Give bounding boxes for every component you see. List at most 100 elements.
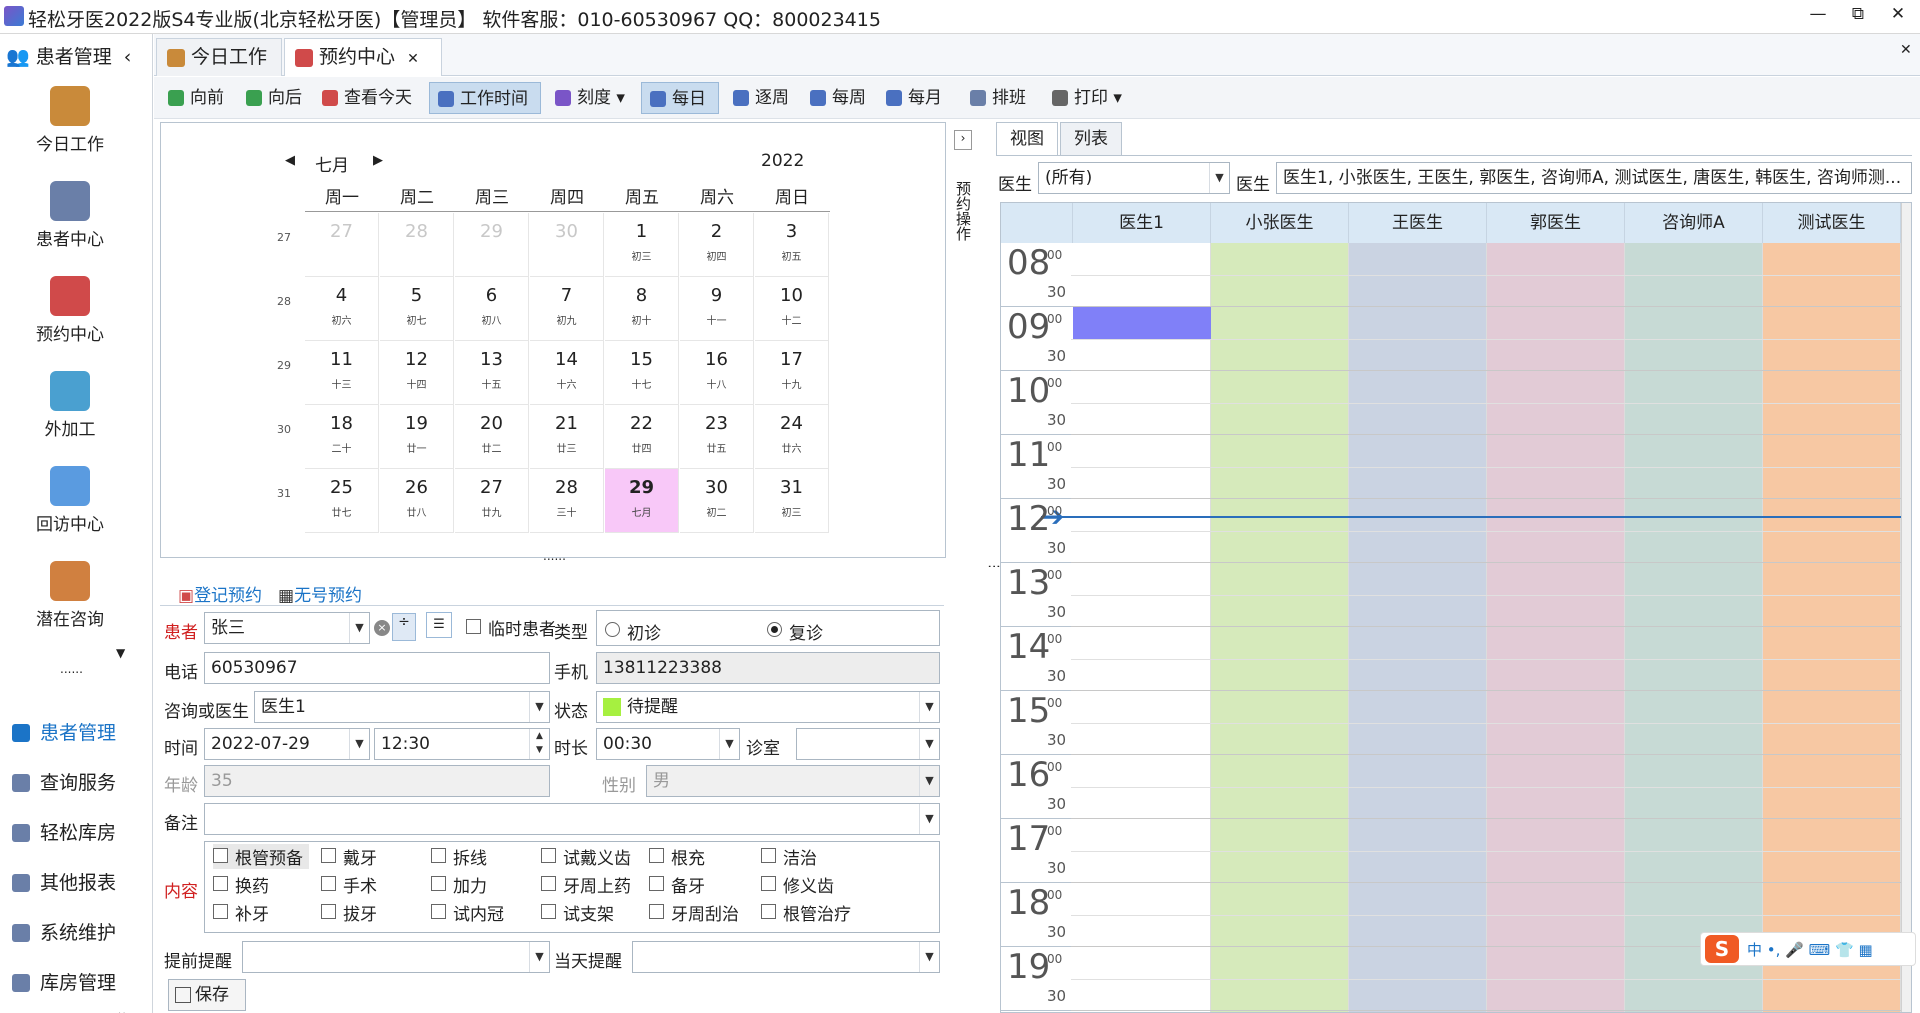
content-checkbox[interactable]: 换药 (213, 872, 269, 897)
calendar-day[interactable]: 31 初三 (755, 469, 829, 533)
doctor-column-header[interactable]: 郭医生 (1487, 203, 1625, 243)
content-checkbox[interactable]: 拆线 (431, 844, 487, 869)
calendar-day[interactable]: 28 (380, 213, 454, 277)
close-button[interactable]: ✕ (1880, 4, 1916, 24)
nav-item[interactable]: 患者中心 (0, 169, 140, 262)
calendar-day[interactable]: 4 初六 (305, 277, 379, 341)
calendar-day[interactable]: 21 廿三 (530, 405, 604, 469)
doctor-column[interactable] (1487, 243, 1625, 1012)
calendar-splitter[interactable]: ...... (543, 549, 566, 563)
doctor-column[interactable] (1073, 243, 1211, 1012)
calendar-day[interactable]: 2 初四 (680, 213, 754, 277)
toolbar-button[interactable]: 每日 (641, 82, 719, 114)
tab-view[interactable]: 视图 (996, 122, 1058, 156)
content-checkbox[interactable]: 试支架 (541, 900, 614, 925)
toolbar-button[interactable]: 每周 (802, 82, 872, 114)
content-checkbox[interactable]: 试戴义齿 (541, 844, 631, 869)
calendar-day[interactable]: 6 初八 (455, 277, 529, 341)
calendar-day[interactable]: 18 二十 (305, 405, 379, 469)
toolbar-button[interactable]: 向前 (160, 82, 232, 114)
list-icon[interactable]: ☰ (426, 612, 452, 638)
content-checkbox[interactable]: 修义齿 (761, 872, 834, 897)
calendar-day[interactable]: 16 十八 (680, 341, 754, 405)
nav-splitter[interactable]: ...... (60, 662, 83, 676)
calendar-day[interactable]: 24 廿六 (755, 405, 829, 469)
toolbar-button[interactable]: 向后 (238, 82, 308, 114)
calendar-day[interactable]: 23 廿五 (680, 405, 754, 469)
temp-patient-checkbox[interactable]: 临时患者 (466, 615, 556, 640)
toolbar-button[interactable]: 刻度 ▾ (547, 82, 635, 114)
calendar-day[interactable]: 28 三十 (530, 469, 604, 533)
side-tab-appointment-ops[interactable]: 预约操作 (952, 156, 974, 266)
content-checkbox[interactable]: 拔牙 (321, 900, 377, 925)
sex-select[interactable]: 男 ▼ (646, 765, 940, 797)
collapse-icon[interactable]: › (954, 130, 972, 150)
calendar-day[interactable]: 15 十七 (605, 341, 679, 405)
doctor-column-header[interactable]: 测试医生 (1763, 203, 1901, 243)
content-checkbox[interactable]: 根管预备 (213, 844, 309, 869)
nav-item[interactable]: 回访中心 (0, 454, 140, 547)
calendar-day[interactable]: 25 廿七 (305, 469, 379, 533)
nav-item[interactable]: 预约中心 (0, 264, 140, 357)
nav-item[interactable]: 潜在咨询 (0, 549, 140, 642)
calendar-day[interactable]: 29 七月 (605, 469, 679, 533)
close-all-tabs-icon[interactable]: ✕ (1900, 42, 1912, 58)
panel-splitter[interactable]: ⋮ (986, 560, 1001, 573)
first-visit-radio[interactable]: 初诊 (605, 619, 661, 644)
content-checkbox[interactable]: 戴牙 (321, 844, 377, 869)
date-picker[interactable]: 2022-07-29 ▼ (204, 728, 370, 760)
doctor-filter-select[interactable]: (所有) ▼ (1038, 162, 1230, 194)
appointment-block[interactable] (1073, 307, 1211, 339)
doctor-column[interactable] (1211, 243, 1349, 1012)
split-icon[interactable]: ÷ (392, 613, 416, 641)
calendar-day[interactable]: 20 廿二 (455, 405, 529, 469)
nav-group[interactable]: 其他报表 (0, 860, 150, 906)
doctor-select[interactable]: 医生1 ▼ (254, 691, 550, 723)
vertical-scrollbar[interactable] (1901, 203, 1911, 1012)
clear-icon[interactable]: × (374, 620, 390, 636)
content-checkbox[interactable]: 根管治疗 (761, 900, 851, 925)
calendar-day[interactable]: 26 廿八 (380, 469, 454, 533)
patient-select[interactable]: 张三 ▼ (204, 612, 370, 644)
doctor-column[interactable] (1349, 243, 1487, 1012)
content-checkbox[interactable]: 牙周上药 (541, 872, 631, 897)
nav-item[interactable]: 今日工作 (0, 74, 140, 167)
calendar-day[interactable]: 27 (305, 213, 379, 277)
calendar-day[interactable]: 1 初三 (605, 213, 679, 277)
minimize-button[interactable]: — (1800, 4, 1836, 24)
calendar-day[interactable]: 5 初七 (380, 277, 454, 341)
content-checkbox[interactable]: 试内冠 (431, 900, 504, 925)
content-checkbox[interactable]: 洁治 (761, 844, 817, 869)
toolbar-button[interactable]: 打印 ▾ (1044, 82, 1124, 114)
calendar-day[interactable]: 8 初十 (605, 277, 679, 341)
doctor-column-header[interactable]: 医生1 (1073, 203, 1211, 243)
nav-group[interactable]: 查询服务 (0, 760, 150, 806)
calendar-day[interactable]: 29 (455, 213, 529, 277)
pre-remind-select[interactable]: ▼ (242, 941, 550, 973)
calendar-day[interactable]: 30 (530, 213, 604, 277)
toolbar-button[interactable]: 工作时间 (429, 82, 541, 114)
restore-button[interactable]: ⧉ (1840, 4, 1876, 24)
nav-group[interactable]: 系统维护 (0, 910, 150, 956)
doctor-column[interactable] (1625, 243, 1763, 1012)
mobile-input[interactable]: 13811223388 (596, 652, 940, 684)
toolbar-button[interactable]: 每月 (878, 82, 956, 114)
content-checkbox[interactable]: 根充 (649, 844, 705, 869)
prev-month-icon[interactable]: ◀ (285, 153, 295, 168)
content-checkbox[interactable]: 加力 (431, 872, 487, 897)
calendar-day[interactable]: 22 廿四 (605, 405, 679, 469)
content-checkbox[interactable]: 备牙 (649, 872, 705, 897)
calendar-day[interactable]: 30 初二 (680, 469, 754, 533)
calendar-day[interactable]: 12 十四 (380, 341, 454, 405)
phone-input[interactable]: 60530967 (204, 652, 550, 684)
tab-appointment-center[interactable]: 预约中心 ✕ (284, 38, 442, 76)
status-select[interactable]: 待提醒 ▼ (596, 691, 940, 723)
tab-list[interactable]: 列表 (1060, 122, 1122, 156)
nav-scroll-icon[interactable]: ▼ (116, 646, 125, 660)
spin-icon[interactable]: ▲ ▼ (529, 729, 549, 759)
time-spinner[interactable]: 12:30 ▲ ▼ (374, 728, 550, 760)
next-month-icon[interactable]: ▶ (373, 153, 383, 168)
doctor-list-field[interactable]: 医生1, 小张医生, 王医生, 郭医生, 咨询师A, 测试医生, 唐医生, 韩医… (1276, 162, 1912, 194)
calendar-day[interactable]: 10 十二 (755, 277, 829, 341)
toolbar-button[interactable]: 逐周 (725, 82, 797, 114)
